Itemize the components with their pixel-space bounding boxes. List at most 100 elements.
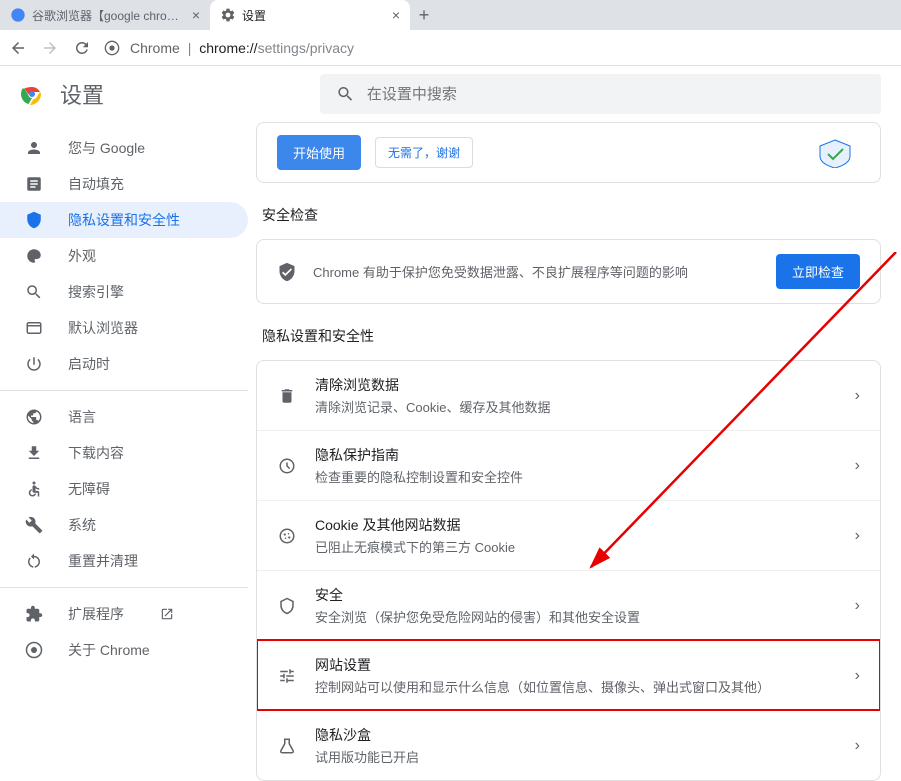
section-heading-privacy: 隐私设置和安全性	[262, 326, 881, 346]
security-icon	[277, 597, 297, 615]
close-icon[interactable]: ×	[192, 8, 200, 22]
sidebar-item-globe[interactable]: 语言	[0, 399, 248, 435]
accessibility-icon	[24, 480, 44, 498]
tab-settings[interactable]: 设置 ×	[210, 0, 410, 30]
tab-title: 谷歌浏览器【google chrome】	[32, 7, 186, 24]
trash-icon	[277, 387, 297, 405]
guide-icon	[277, 457, 297, 475]
globe-icon	[24, 408, 44, 426]
back-button[interactable]	[8, 39, 28, 57]
privacy-row-guide[interactable]: 隐私保护指南检查重要的隐私控制设置和安全控件 ›	[257, 430, 880, 500]
sidebar-item-label: 扩展程序	[68, 604, 124, 624]
browser-tabs: 谷歌浏览器【google chrome】 × 设置 × +	[0, 0, 901, 30]
row-subtitle: 安全浏览（保护您免受危险网站的侵害）和其他安全设置	[315, 607, 837, 626]
chrome-logo-icon	[20, 82, 44, 106]
chevron-right-icon: ›	[855, 527, 860, 545]
chevron-right-icon: ›	[855, 737, 860, 755]
row-title: Cookie 及其他网站数据	[315, 515, 837, 535]
row-title: 清除浏览数据	[315, 375, 837, 395]
sidebar-item-label: 语言	[68, 407, 96, 427]
row-title: 隐私沙盒	[315, 725, 837, 745]
sidebar-item-label: 下载内容	[68, 443, 124, 463]
privacy-row-tune[interactable]: 网站设置控制网站可以使用和显示什么信息（如位置信息、摄像头、弹出式窗口及其他）›	[257, 640, 880, 710]
privacy-row-trash[interactable]: 清除浏览数据清除浏览记录、Cookie、缓存及其他数据›	[257, 361, 880, 430]
sidebar-item-label: 搜索引擎	[68, 282, 124, 302]
autofill-icon	[24, 175, 44, 193]
tab-title: 设置	[242, 7, 266, 24]
sidebar-item-person[interactable]: 您与 Google	[0, 130, 248, 166]
external-link-icon	[160, 607, 174, 621]
sidebar-item-power[interactable]: 启动时	[0, 346, 248, 382]
tune-icon	[277, 667, 297, 685]
settings-header: 设置	[0, 66, 901, 122]
favicon-icon	[10, 7, 26, 23]
search-icon	[24, 283, 44, 301]
sidebar-item-wrench[interactable]: 系统	[0, 507, 248, 543]
gear-icon	[220, 7, 236, 23]
sidebar-item-label: 启动时	[68, 354, 110, 374]
sidebar-item-reset[interactable]: 重置并清理	[0, 543, 248, 579]
chrome-icon	[24, 641, 44, 659]
sidebar-item-autofill[interactable]: 自动填充	[0, 166, 248, 202]
row-subtitle: 清除浏览记录、Cookie、缓存及其他数据	[315, 397, 837, 416]
settings-search[interactable]	[320, 74, 881, 114]
palette-icon	[24, 247, 44, 265]
safety-check-card: Chrome 有助于保护您免受数据泄露、不良扩展程序等问题的影响 立即检查	[256, 239, 881, 304]
shield-check-icon	[277, 262, 297, 282]
row-title: 隐私保护指南	[315, 445, 837, 465]
sidebar-item-shield[interactable]: 隐私设置和安全性	[0, 202, 248, 238]
forward-button[interactable]	[40, 39, 60, 57]
person-icon	[24, 139, 44, 157]
search-input[interactable]	[367, 86, 865, 103]
check-now-button[interactable]: 立即检查	[776, 254, 860, 289]
reload-button[interactable]	[72, 39, 92, 57]
browser-icon	[24, 319, 44, 337]
dismiss-button[interactable]: 无需了，谢谢	[375, 137, 473, 168]
safety-text: Chrome 有助于保护您免受数据泄露、不良扩展程序等问题的影响	[313, 262, 760, 281]
sandbox-icon	[277, 737, 297, 755]
reset-icon	[24, 552, 44, 570]
shield-graphic-icon	[810, 138, 860, 168]
search-icon	[336, 84, 355, 104]
start-button[interactable]: 开始使用	[277, 135, 361, 170]
divider	[0, 390, 248, 391]
sidebar-item-label: 外观	[68, 246, 96, 266]
sidebar-item-chrome[interactable]: 关于 Chrome	[0, 632, 248, 668]
sidebar-item-download[interactable]: 下载内容	[0, 435, 248, 471]
privacy-row-cookie[interactable]: Cookie 及其他网站数据已阻止无痕模式下的第三方 Cookie ›	[257, 500, 880, 570]
download-icon	[24, 444, 44, 462]
sidebar-item-label: 默认浏览器	[68, 318, 138, 338]
promo-card: 开始使用 无需了，谢谢	[256, 122, 881, 183]
chevron-right-icon: ›	[855, 597, 860, 615]
chevron-right-icon: ›	[855, 457, 860, 475]
privacy-list: 清除浏览数据清除浏览记录、Cookie、缓存及其他数据›隐私保护指南检查重要的隐…	[256, 360, 881, 781]
privacy-row-security[interactable]: 安全安全浏览（保护您免受危险网站的侵害）和其他安全设置›	[257, 570, 880, 640]
row-subtitle: 检查重要的隐私控制设置和安全控件	[315, 467, 837, 486]
sidebar-item-search[interactable]: 搜索引擎	[0, 274, 248, 310]
divider	[0, 587, 248, 588]
url-field[interactable]: Chrome | chrome://settings/privacy	[104, 40, 354, 56]
tab-other[interactable]: 谷歌浏览器【google chrome】 ×	[0, 0, 210, 30]
power-icon	[24, 355, 44, 373]
sidebar-item-accessibility[interactable]: 无障碍	[0, 471, 248, 507]
sidebar-item-label: 系统	[68, 515, 96, 535]
sidebar-item-extension[interactable]: 扩展程序	[0, 596, 248, 632]
row-subtitle: 试用版功能已开启	[315, 747, 837, 766]
row-subtitle: 已阻止无痕模式下的第三方 Cookie	[315, 537, 837, 556]
row-subtitle: 控制网站可以使用和显示什么信息（如位置信息、摄像头、弹出式窗口及其他）	[315, 677, 837, 696]
sidebar-item-label: 重置并清理	[68, 551, 138, 571]
url-bar: Chrome | chrome://settings/privacy	[0, 30, 901, 66]
sidebar-item-label: 自动填充	[68, 174, 124, 194]
section-heading-safety: 安全检查	[262, 205, 881, 225]
close-icon[interactable]: ×	[392, 8, 400, 22]
content: 开始使用 无需了，谢谢 安全检查 Chrome 有助于保护您免受数据泄露、不良扩…	[256, 122, 901, 781]
chevron-right-icon: ›	[855, 667, 860, 685]
new-tab-button[interactable]: +	[410, 0, 438, 30]
sidebar-item-palette[interactable]: 外观	[0, 238, 248, 274]
privacy-row-sandbox[interactable]: 隐私沙盒试用版功能已开启 ›	[257, 710, 880, 780]
sidebar-item-browser[interactable]: 默认浏览器	[0, 310, 248, 346]
sidebar-item-label: 隐私设置和安全性	[68, 210, 180, 230]
extension-icon	[24, 605, 44, 623]
sidebar-item-label: 关于 Chrome	[68, 640, 150, 660]
cookie-icon	[277, 527, 297, 545]
